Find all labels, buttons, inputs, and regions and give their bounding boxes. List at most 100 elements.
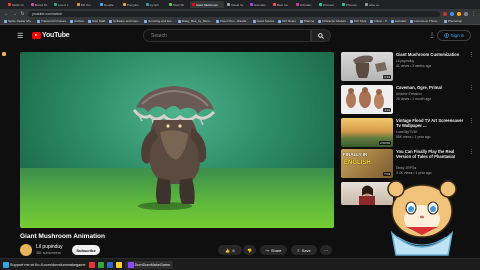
tab-favicon-icon <box>296 3 299 6</box>
hamster-mascot-overlay <box>387 180 457 256</box>
browser-tab[interactable]: Animatic <box>248 1 270 8</box>
browser-tab[interactable]: Bill Ost <box>75 1 97 8</box>
recommendation-item[interactable]: 0:34 Giant Mushroom Customization Lil pu… <box>341 52 476 82</box>
bookmark-item[interactable]: Sharing <box>299 19 314 23</box>
browser-tab[interactable]: Sprite Gr <box>6 1 28 8</box>
bookmark-label: Oliver - K <box>374 19 387 23</box>
like-button[interactable]: 👍 6 <box>218 245 242 255</box>
bookmark-label: Fluent Pen - Randa... <box>220 19 249 23</box>
more-icon[interactable]: ⋮ <box>469 85 474 91</box>
sign-in-button[interactable]: Sign in <box>437 30 471 41</box>
recommendation-channel: Andrew Ermakov <box>396 92 422 96</box>
taskbar-item[interactable] <box>88 261 95 268</box>
channel-name[interactable]: Lil pupinduy <box>36 244 63 250</box>
recommendation-item[interactable]: 2:00:00 Vintage Flood TV Art Screensaver… <box>341 118 476 148</box>
youtube-logo[interactable]: YouTube <box>32 32 70 39</box>
bookmark-item[interactable]: Good Stories <box>252 19 274 23</box>
browser-tab[interactable]: Phonem <box>340 1 362 8</box>
taskbar-item[interactable]: DumDumMakeGame <box>124 260 174 269</box>
bookmark-item[interactable]: Animatic <box>390 19 406 23</box>
browser-tab[interactable]: Phonem <box>317 1 339 8</box>
reload-icon[interactable]: ↻ <box>20 11 25 17</box>
save-button[interactable]: ≡ Save <box>291 245 317 255</box>
subscriber-count: 351 subscribers <box>36 251 61 255</box>
bookmark-item[interactable]: Nico Staff <box>88 19 105 23</box>
recommendation-item[interactable]: 1:11 Caveman, Ogre, Primal Andrew Ermako… <box>341 85 476 115</box>
bookmark-item[interactable]: Software and lines... <box>109 19 140 23</box>
subscribe-button[interactable]: Subscribe <box>72 245 100 255</box>
bookmark-item[interactable]: Licence to Thrive... <box>410 19 440 23</box>
url-input[interactable]: youtube.com/watch <box>28 10 440 17</box>
bookmark-item[interactable]: Archive <box>70 19 84 23</box>
dislike-button[interactable]: 👎 <box>243 245 256 255</box>
taskbar-item[interactable]: Support me at Ko-fi.com/dumdummakegame <box>3 261 86 268</box>
more-icon[interactable]: ⋮ <box>469 52 474 58</box>
bookmark-item[interactable]: Sprite Dealer Mo... <box>4 19 33 23</box>
tab-favicon-icon <box>8 3 11 6</box>
bookmark-item[interactable]: Daisy_Bee_by_Mem... <box>177 19 213 23</box>
browser-tab[interactable]: List of s <box>52 1 74 8</box>
search-input[interactable]: Search <box>143 29 311 42</box>
taskbar-item[interactable] <box>115 261 122 268</box>
browser-tab[interactable]: Best mo <box>271 1 293 8</box>
browser-tab[interactable]: Shell Sh <box>167 1 189 8</box>
bookmark-icon <box>318 19 322 23</box>
recommendation-meta: 26 views • 1 month ago <box>396 97 432 101</box>
tab-label: Shell Sh <box>173 2 185 7</box>
bookmark-item[interactable]: Fluent Pen - Randa... <box>216 19 249 23</box>
bookmark-icon <box>37 19 41 23</box>
browser-tab[interactable]: Doodle <box>98 1 120 8</box>
search-button[interactable] <box>311 29 331 42</box>
bookmark-item[interactable]: Transmit.IO Issues <box>37 19 66 23</box>
tab-label: Doodle <box>104 2 114 7</box>
browser-tab[interactable]: Animatic <box>294 1 316 8</box>
browser-tab[interactable]: Visual Sc <box>225 1 247 8</box>
browser-tab[interactable]: Lymph <box>144 1 166 8</box>
browser-tab[interactable]: Bored Dc <box>29 1 51 8</box>
forward-icon[interactable]: → <box>12 11 17 17</box>
extension-icon[interactable] <box>457 11 461 16</box>
thumbnail-caption-top: FINALLY IN <box>343 152 368 157</box>
recommendation-title: Caveman, Ogre, Primal <box>396 85 442 90</box>
taskbar-item[interactable] <box>97 261 104 268</box>
bookmark-item[interactable]: Sprucing and tips... <box>144 19 174 23</box>
settings-menu-icon[interactable]: ⋮ <box>429 32 435 39</box>
taskbar-item[interactable] <box>106 261 113 268</box>
sticky-note-icon[interactable] <box>2 52 6 56</box>
back-icon[interactable]: ← <box>4 11 9 17</box>
search-icon <box>318 32 324 39</box>
channel-avatar[interactable] <box>20 244 32 256</box>
browser-tab[interactable]: Giant Mushroom <box>190 1 224 8</box>
tab-label: Bill Ost <box>81 2 91 7</box>
more-icon[interactable]: ⋮ <box>469 118 474 124</box>
share-label: Share <box>270 247 282 253</box>
bookmark-icon <box>410 19 414 23</box>
tab-favicon-icon <box>169 3 172 6</box>
extension-icon[interactable] <box>450 11 454 16</box>
bookmark-icon <box>70 19 74 23</box>
tab-favicon-icon <box>77 3 80 6</box>
video-player[interactable] <box>20 52 334 228</box>
browser-tab[interactable]: elise eu <box>363 1 385 8</box>
bookmark-label: Daisy_Bee_by_Mem... <box>181 19 213 23</box>
bookmark-item[interactable]: Character Models <box>318 19 346 23</box>
address-bar-row: ← → ↻ youtube.com/watch ⋮ <box>0 9 480 18</box>
browser-menu-icon[interactable]: ⋮ <box>471 11 476 17</box>
bookmark-item[interactable]: Oliver - K <box>370 19 387 23</box>
video-title: Giant Mushroom Animation <box>20 233 105 240</box>
browser-tab[interactable]: Pumpkin <box>121 1 143 8</box>
menu-icon[interactable]: ☰ <box>17 32 23 40</box>
thumbs-down-icon: 👎 <box>247 247 252 253</box>
bookmark-item[interactable]: UIX Notes <box>278 19 296 23</box>
tab-favicon-icon <box>250 3 253 6</box>
extension-icon[interactable] <box>443 11 447 16</box>
bookmark-item[interactable]: Photoshop <box>443 19 462 23</box>
logo-text: YouTube <box>42 32 70 39</box>
tab-label: Phonem <box>346 2 358 7</box>
more-actions-button[interactable]: ⋯ <box>320 245 332 255</box>
more-icon[interactable]: ⋮ <box>469 149 474 155</box>
recommendation-title: Vintage Flood TV Art Screensaver Tv Wall… <box>396 118 464 128</box>
bookmark-item[interactable]: UIX Style <box>349 19 366 23</box>
share-button[interactable]: ↪ Share <box>260 245 287 255</box>
profile-icon[interactable] <box>464 11 468 16</box>
